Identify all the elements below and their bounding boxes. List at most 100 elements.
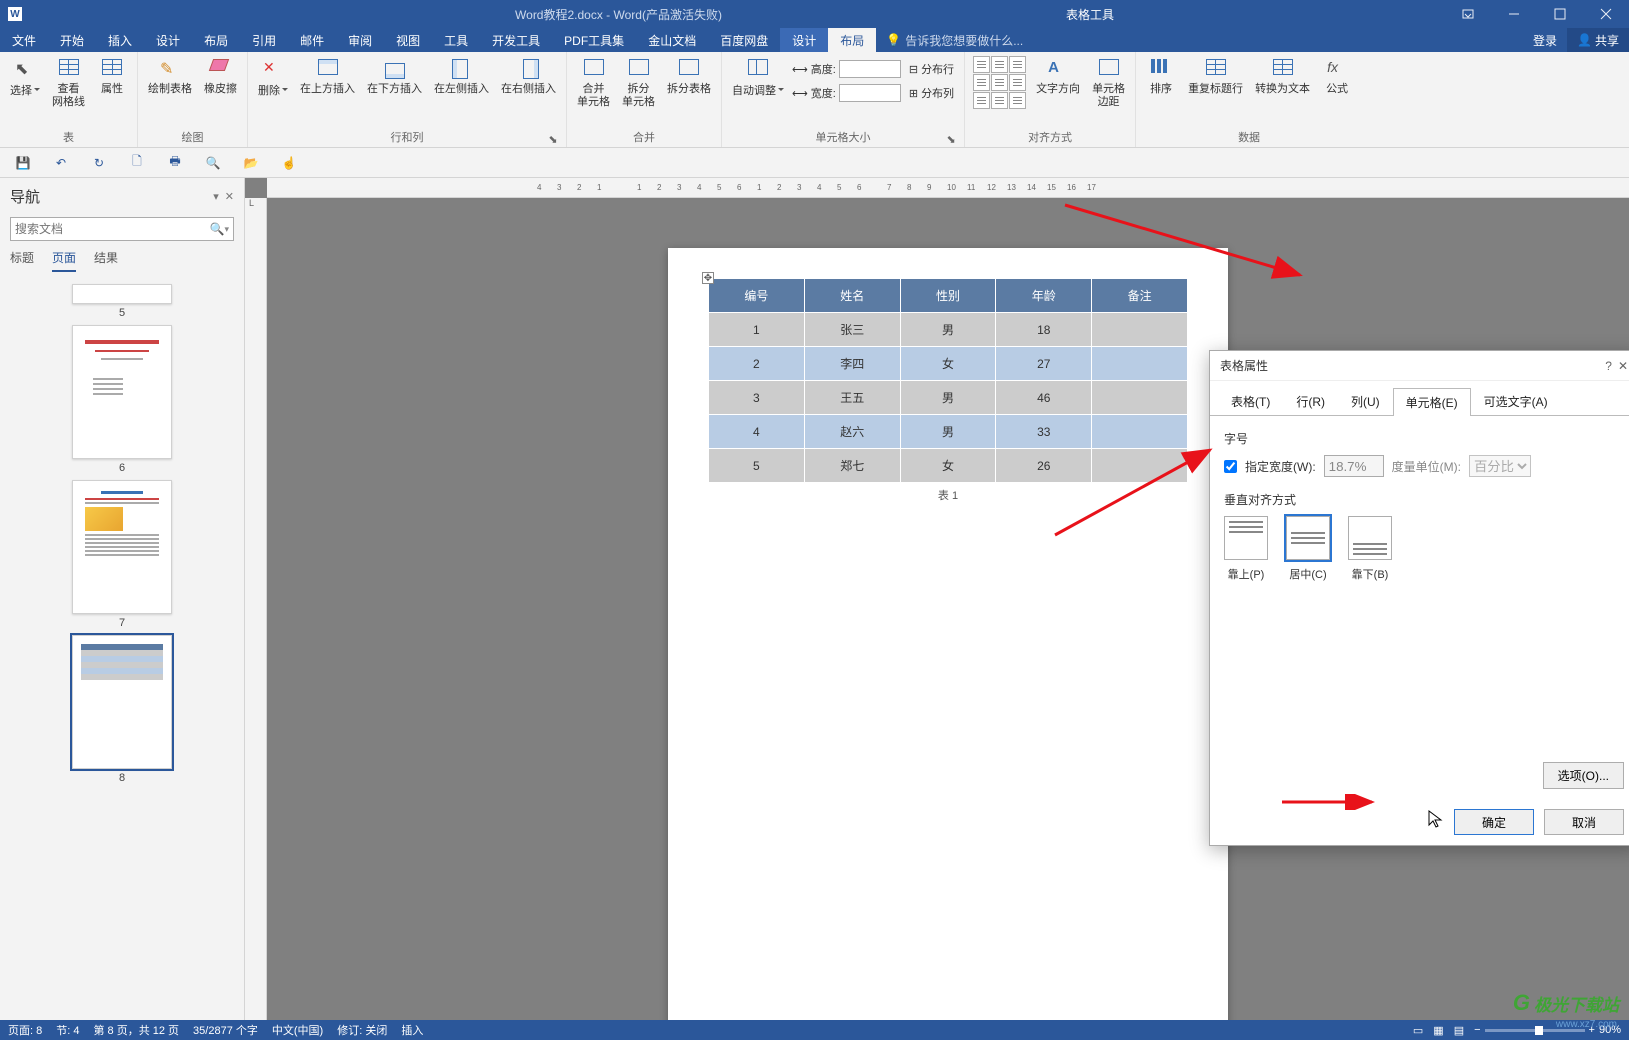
share-button[interactable]: 👤共享 <box>1567 28 1629 52</box>
th-4[interactable]: 备注 <box>1092 279 1188 313</box>
size-launcher-icon[interactable]: ⬊ <box>944 132 958 146</box>
formula-button[interactable]: 公式 <box>1318 54 1356 124</box>
nav-dropdown-icon[interactable]: ▾ <box>213 190 219 203</box>
width-input[interactable] <box>839 84 901 102</box>
status-track[interactable]: 修订: 关闭 <box>337 1022 387 1038</box>
align-br[interactable] <box>1009 92 1026 109</box>
dialog-header[interactable]: 表格属性 ?✕ <box>1210 351 1629 381</box>
table-cell[interactable]: 3 <box>709 381 805 415</box>
repeat-header-button[interactable]: 重复标题行 <box>1184 54 1247 124</box>
tab-references[interactable]: 引用 <box>240 28 288 52</box>
table-cell[interactable]: 27 <box>996 347 1092 381</box>
table-cell[interactable]: 男 <box>900 313 996 347</box>
delete-button[interactable]: 删除 <box>254 54 292 124</box>
nav-tab-headings[interactable]: 标题 <box>10 249 34 272</box>
draw-table-button[interactable]: 绘制表格 <box>144 54 196 124</box>
tab-mailings[interactable]: 邮件 <box>288 28 336 52</box>
th-1[interactable]: 姓名 <box>804 279 900 313</box>
table-cell[interactable]: 46 <box>996 381 1092 415</box>
properties-button[interactable]: 属性 <box>93 54 131 124</box>
table-cell[interactable]: 2 <box>709 347 805 381</box>
view-gridlines-button[interactable]: 查看 网格线 <box>48 54 89 124</box>
zoom-out-icon[interactable]: − <box>1474 1024 1480 1036</box>
table-row[interactable]: 4赵六男33 <box>709 415 1188 449</box>
status-page[interactable]: 页面: 8 <box>8 1022 42 1038</box>
th-3[interactable]: 年龄 <box>996 279 1092 313</box>
align-tl[interactable] <box>973 56 990 73</box>
view-print-icon[interactable]: ▦ <box>1433 1024 1443 1037</box>
text-direction-button[interactable]: 文字方向 <box>1032 54 1084 124</box>
print-icon[interactable]: 🖶 <box>166 154 184 172</box>
tab-layout[interactable]: 布局 <box>192 28 240 52</box>
data-table[interactable]: 编号 姓名 性别 年龄 备注 1张三男182李四女273王五男464赵六男335… <box>708 278 1188 483</box>
search-input[interactable] <box>15 222 210 236</box>
nav-search[interactable]: 🔍▾ <box>10 217 234 241</box>
dialog-tab-table[interactable]: 表格(T) <box>1218 387 1283 415</box>
distribute-cols-button[interactable]: ⊞分布列 <box>905 82 958 104</box>
align-mr[interactable] <box>1009 74 1026 91</box>
unit-select[interactable]: 百分比 <box>1469 455 1531 477</box>
tab-table-design[interactable]: 设计 <box>780 28 828 52</box>
redo-icon[interactable]: ↻ <box>90 154 108 172</box>
split-table-button[interactable]: 拆分表格 <box>663 54 715 124</box>
tab-kingsoft[interactable]: 金山文档 <box>636 28 708 52</box>
tab-insert[interactable]: 插入 <box>96 28 144 52</box>
insert-below-button[interactable]: 在下方插入 <box>363 54 426 124</box>
thumbnail-7[interactable]: 7 <box>72 480 172 629</box>
pref-width-input[interactable] <box>1324 455 1384 477</box>
preview-icon[interactable]: 🔍 <box>204 154 222 172</box>
table-cell[interactable]: 张三 <box>804 313 900 347</box>
dialog-tab-column[interactable]: 列(U) <box>1338 387 1393 415</box>
valign-bottom[interactable]: 靠下(B) <box>1348 516 1392 582</box>
table-cell[interactable]: 王五 <box>804 381 900 415</box>
valign-top[interactable]: 靠上(P) <box>1224 516 1268 582</box>
table-cell[interactable]: 女 <box>900 449 996 483</box>
search-dropdown-icon[interactable]: ▾ <box>224 224 229 235</box>
tab-tools[interactable]: 工具 <box>432 28 480 52</box>
dialog-tab-cell[interactable]: 单元格(E) <box>1393 388 1471 416</box>
height-input[interactable] <box>839 60 901 78</box>
view-web-icon[interactable]: ▤ <box>1454 1024 1464 1037</box>
vertical-ruler[interactable]: L <box>245 198 267 1020</box>
tell-me[interactable]: 💡告诉我您想要做什么... <box>876 28 1033 52</box>
tab-table-layout[interactable]: 布局 <box>828 28 876 52</box>
table-move-handle[interactable]: ✥ <box>702 272 714 284</box>
login-link[interactable]: 登录 <box>1523 28 1567 52</box>
touch-icon[interactable]: ☝ <box>280 154 298 172</box>
thumbnail-5[interactable]: 5 <box>72 284 172 319</box>
tab-home[interactable]: 开始 <box>48 28 96 52</box>
close-icon[interactable] <box>1583 0 1629 28</box>
align-bl[interactable] <box>973 92 990 109</box>
status-language[interactable]: 中文(中国) <box>272 1022 323 1038</box>
autofit-button[interactable]: 自动调整 <box>728 54 788 124</box>
table-cell[interactable]: 赵六 <box>804 415 900 449</box>
dialog-tab-alt[interactable]: 可选文字(A) <box>1471 387 1561 415</box>
distribute-rows-button[interactable]: ⊟分布行 <box>905 58 958 80</box>
sort-button[interactable]: 排序 <box>1142 54 1180 124</box>
align-ml[interactable] <box>973 74 990 91</box>
status-insert[interactable]: 插入 <box>401 1022 423 1038</box>
search-icon[interactable]: 🔍 <box>210 222 225 236</box>
insert-above-button[interactable]: 在上方插入 <box>296 54 359 124</box>
status-section[interactable]: 节: 4 <box>56 1022 79 1038</box>
dialog-close-icon[interactable]: ✕ <box>1618 359 1628 373</box>
eraser-button[interactable]: 橡皮擦 <box>200 54 241 124</box>
table-row[interactable]: 3王五男46 <box>709 381 1188 415</box>
align-tr[interactable] <box>1009 56 1026 73</box>
table-cell[interactable]: 33 <box>996 415 1092 449</box>
maximize-icon[interactable] <box>1537 0 1583 28</box>
table-cell[interactable]: 26 <box>996 449 1092 483</box>
merge-cells-button[interactable]: 合并 单元格 <box>573 54 614 124</box>
rowscols-launcher-icon[interactable]: ⬊ <box>546 132 560 146</box>
convert-button[interactable]: 转换为文本 <box>1251 54 1314 124</box>
dialog-tab-row[interactable]: 行(R) <box>1283 387 1338 415</box>
tab-review[interactable]: 审阅 <box>336 28 384 52</box>
ribbon-display-icon[interactable] <box>1445 0 1491 28</box>
thumbnail-8[interactable]: 8 <box>72 635 172 784</box>
tab-design[interactable]: 设计 <box>144 28 192 52</box>
minimize-icon[interactable] <box>1491 0 1537 28</box>
table-cell[interactable]: 男 <box>900 415 996 449</box>
align-tc[interactable] <box>991 56 1008 73</box>
insert-right-button[interactable]: 在右侧插入 <box>497 54 560 124</box>
table-cell[interactable]: 郑七 <box>804 449 900 483</box>
